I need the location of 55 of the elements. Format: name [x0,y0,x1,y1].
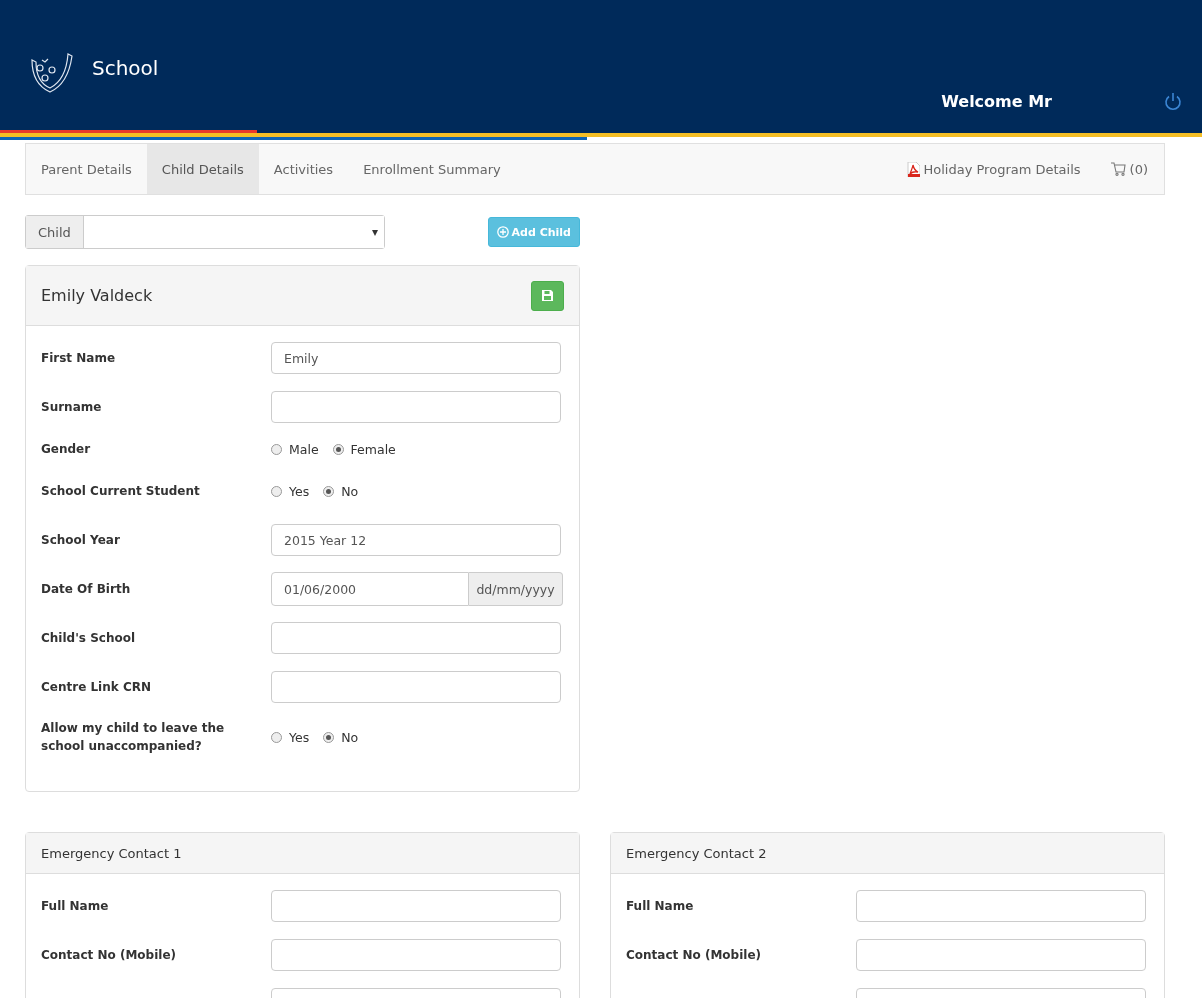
radio-label: No [341,729,359,745]
radio-label: Yes [289,483,310,499]
text-field[interactable] [271,890,561,922]
date-format-addon: dd/mm/yyyy [469,572,563,606]
text-field[interactable]: Emily [271,342,561,374]
pdf-icon [906,161,920,177]
panel-title: Emergency Contact 1 [41,845,182,861]
field-label: Centre Link CRN [41,679,152,696]
field-label: Gender [41,441,92,458]
field-label: First Name [41,350,117,367]
child-select[interactable]: Child ▾ [25,215,385,249]
text-field[interactable] [856,890,1146,922]
radio-label: Yes [289,729,310,745]
field-label: Contact No (Mobile) [41,947,178,964]
nav-tab[interactable]: Enrollment Summary [348,144,516,194]
holiday-program-link[interactable]: Holiday Program Details [923,161,1081,177]
field-label: Surname [41,399,103,416]
date-field[interactable]: 01/06/2000 [271,572,469,606]
panel-title: Emily Valdeck [41,286,153,305]
text-field[interactable] [856,939,1146,971]
text-field[interactable]: 2015 Year 12 [271,524,561,556]
nav-tab[interactable]: Child Details [146,144,259,194]
text-field[interactable] [271,939,561,971]
field-label: Contact No (Mobile) [626,947,763,964]
radio-button[interactable] [332,443,344,455]
plus-circle-icon [496,226,509,238]
field-label: Allow my child to leave the school unaccompanied? [41,720,226,755]
radio-button[interactable] [271,485,282,497]
site-title: School [92,56,159,80]
text-field[interactable] [271,671,561,703]
text-field[interactable] [271,391,561,423]
text-field[interactable] [271,622,561,654]
panel-title: Emergency Contact 2 [626,845,767,861]
field-label: Child's School [41,630,137,647]
radio-label: No [341,483,359,499]
radio-button[interactable] [271,443,282,455]
crest-logo-icon [28,52,76,94]
save-button[interactable] [531,280,564,311]
cart-count[interactable]: (0) [1129,161,1148,177]
cart-icon[interactable] [1110,162,1126,176]
radio-button[interactable] [323,731,335,743]
power-icon[interactable] [1164,92,1182,111]
nav-tab[interactable]: Activities [258,144,349,194]
welcome-text: Welcome Mr [941,92,1052,111]
field-label: School Year [41,532,121,549]
save-icon [542,290,553,301]
field-label: Full Name [626,898,695,915]
field-label: School Current Student [41,483,201,500]
radio-button[interactable] [323,485,335,497]
radio-button[interactable] [271,731,282,743]
radio-label: Male [289,441,319,457]
field-label: Date Of Birth [41,581,132,598]
field-label: Full Name [41,898,110,915]
nav-tab[interactable]: Parent Details [26,144,147,194]
radio-label: Female [350,441,396,457]
